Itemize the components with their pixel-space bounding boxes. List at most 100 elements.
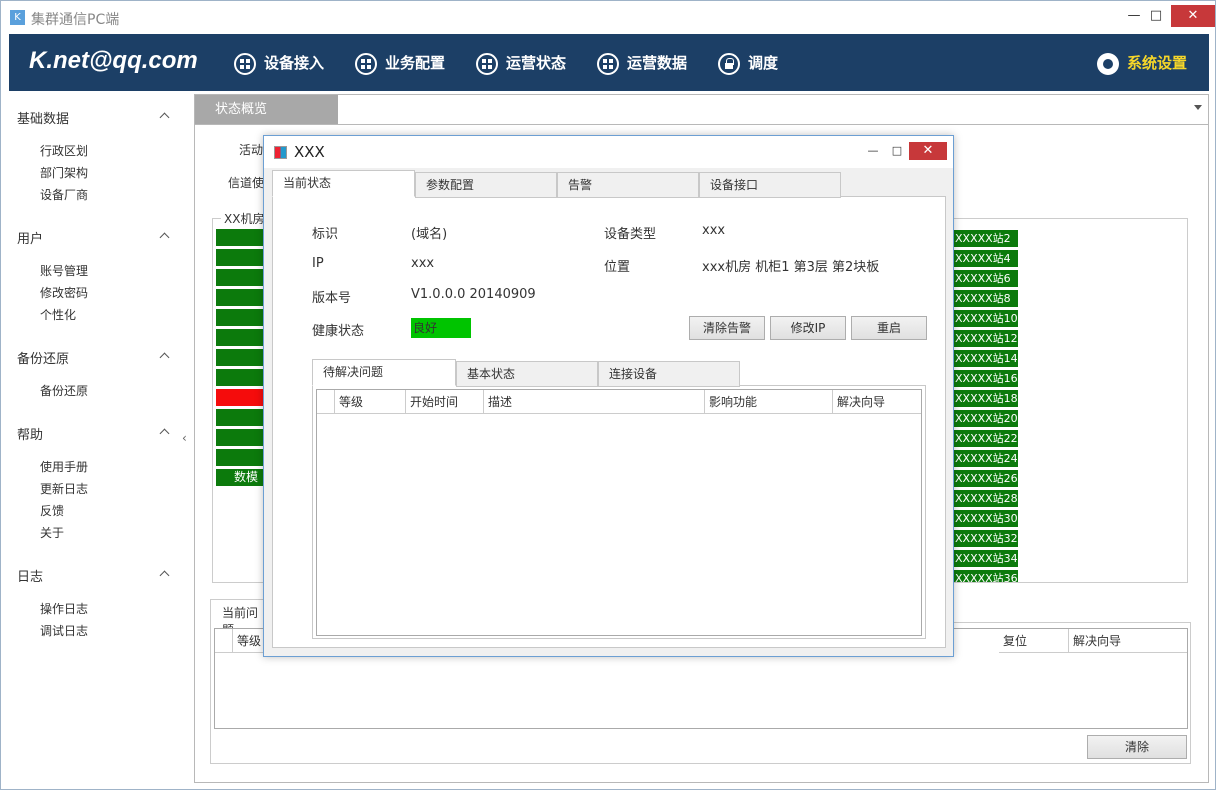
station-item[interactable]: XXXXX站8 xyxy=(953,290,1018,307)
left-status-bar[interactable] xyxy=(216,349,266,366)
tab-pending-issues[interactable]: 待解决问题 xyxy=(312,359,456,386)
station-item[interactable]: XXXXX站24 xyxy=(953,450,1018,467)
station-item[interactable]: XXXXX站16 xyxy=(953,370,1018,387)
station-item[interactable]: XXXXX站22 xyxy=(953,430,1018,447)
left-status-bar[interactable] xyxy=(216,289,266,306)
sidebar-item-feedback[interactable]: 反馈 xyxy=(40,502,64,519)
sidebar-section-user[interactable]: 用户 xyxy=(17,228,43,247)
location-value: xxx机房 机柜1 第3层 第2块板 xyxy=(702,260,880,275)
sidebar-section-backup[interactable]: 备份还原 xyxy=(17,348,69,367)
sidebar-item-personalize[interactable]: 个性化 xyxy=(40,306,76,323)
lock-icon xyxy=(718,52,740,75)
tab-device-interface[interactable]: 设备接口 xyxy=(699,172,841,198)
dialog-maximize-button[interactable]: □ xyxy=(884,142,910,160)
clear-alarm-button[interactable]: 清除告警 xyxy=(689,316,765,340)
sidebar-item-password[interactable]: 修改密码 xyxy=(40,284,88,301)
nav-item-device-access[interactable]: 设备接入 xyxy=(234,51,324,75)
station-item[interactable]: XXXXX站34 xyxy=(953,550,1018,567)
tab-status-overview[interactable]: 状态概览 xyxy=(195,95,338,124)
tab-alarm[interactable]: 告警 xyxy=(557,172,699,198)
left-status-bar[interactable] xyxy=(216,329,266,346)
station-item[interactable]: XXXXX站4 xyxy=(953,250,1018,267)
column-header-start-time[interactable]: 开始时间 xyxy=(406,390,484,414)
station-item[interactable]: XXXXX站18 xyxy=(953,390,1018,407)
restart-button[interactable]: 重启 xyxy=(851,316,927,340)
station-item[interactable]: XXXXX站30 xyxy=(953,510,1018,527)
sidebar-item-department[interactable]: 部门架构 xyxy=(40,164,88,181)
sidebar-section-help[interactable]: 帮助 xyxy=(17,424,43,443)
health-status-badge: 良好 xyxy=(411,318,471,338)
tab-connected-devices[interactable]: 连接设备 xyxy=(598,361,740,387)
nav-item-dispatch[interactable]: 调度 xyxy=(718,51,778,75)
sidebar-item-accounts[interactable]: 账号管理 xyxy=(40,262,88,279)
left-status-bar-labeled[interactable]: 数模 xyxy=(216,469,266,486)
version-label: 版本号 xyxy=(312,291,352,306)
sidebar-item-op-log[interactable]: 操作日志 xyxy=(40,600,88,617)
dialog-close-button[interactable]: ✕ xyxy=(909,142,947,160)
app-window: K 集群通信PC端 — □ ✕ K.net@qq.com 设备接入 业务配置 运… xyxy=(0,0,1216,790)
health-label: 健康状态 xyxy=(312,324,365,339)
nav-item-settings[interactable]: 系统设置 xyxy=(1097,51,1187,75)
chevron-up-icon[interactable] xyxy=(159,426,171,438)
collapse-sidebar-icon[interactable]: ‹ xyxy=(182,431,187,445)
left-status-bar[interactable] xyxy=(216,429,266,446)
sidebar-item-about[interactable]: 关于 xyxy=(40,524,64,541)
edit-ip-button[interactable]: 修改IP xyxy=(770,316,846,340)
left-status-bar[interactable] xyxy=(216,309,266,326)
nav-label: 系统设置 xyxy=(1127,54,1188,72)
station-item[interactable]: XXXXX站2 xyxy=(953,230,1018,247)
clear-button[interactable]: 清除 xyxy=(1087,735,1187,759)
chevron-down-icon[interactable] xyxy=(1194,105,1202,110)
nav-item-operation-data[interactable]: 运营数据 xyxy=(597,51,687,75)
station-item[interactable]: XXXXX站10 xyxy=(953,310,1018,327)
close-button[interactable]: ✕ xyxy=(1171,5,1215,27)
left-status-bar[interactable] xyxy=(216,369,266,386)
sidebar-section-log[interactable]: 日志 xyxy=(17,566,43,585)
chevron-up-icon[interactable] xyxy=(159,350,171,362)
station-item[interactable]: XXXXX站12 xyxy=(953,330,1018,347)
chevron-up-icon[interactable] xyxy=(159,110,171,122)
station-item[interactable]: XXXXX站6 xyxy=(953,270,1018,287)
tab-current-status[interactable]: 当前状态 xyxy=(272,170,415,197)
station-item[interactable]: XXXXX站20 xyxy=(953,410,1018,427)
sidebar-item-debug-log[interactable]: 调试日志 xyxy=(40,622,88,639)
left-status-bar[interactable] xyxy=(216,409,266,426)
station-item[interactable]: XXXXX站32 xyxy=(953,530,1018,547)
column-header-guide[interactable]: 解决向导 xyxy=(833,390,921,414)
column-header-reset[interactable]: 复位 xyxy=(999,629,1069,653)
tab-basic-status[interactable]: 基本状态 xyxy=(456,361,598,387)
nav-item-service-config[interactable]: 业务配置 xyxy=(355,51,445,75)
left-status-bar-alarm[interactable] xyxy=(216,389,266,406)
station-item[interactable]: XXXXX站36 xyxy=(953,570,1018,582)
sidebar-item-changelog[interactable]: 更新日志 xyxy=(40,480,88,497)
column-header-level[interactable]: 等级 xyxy=(335,390,406,414)
maximize-button[interactable]: □ xyxy=(1141,5,1171,27)
sidebar-item-vendor[interactable]: 设备厂商 xyxy=(40,186,88,203)
column-header-impact[interactable]: 影响功能 xyxy=(705,390,833,414)
nav-item-operation-status[interactable]: 运营状态 xyxy=(476,51,566,75)
column-header-description[interactable]: 描述 xyxy=(484,390,705,414)
nav-label: 业务配置 xyxy=(385,54,446,72)
table-row-header xyxy=(215,629,233,653)
device-type-value: xxx xyxy=(702,223,726,238)
tab-param-config[interactable]: 参数配置 xyxy=(415,172,557,198)
sidebar-item-backup-restore[interactable]: 备份还原 xyxy=(40,382,88,399)
dialog-minimize-button[interactable]: — xyxy=(860,142,886,160)
left-status-bar[interactable] xyxy=(216,449,266,466)
ip-value: xxx xyxy=(411,256,435,271)
station-item[interactable]: XXXXX站26 xyxy=(953,470,1018,487)
left-status-bar[interactable] xyxy=(216,229,266,246)
sidebar-item-manual[interactable]: 使用手册 xyxy=(40,458,88,475)
chevron-up-icon[interactable] xyxy=(159,230,171,242)
left-status-bar[interactable] xyxy=(216,269,266,286)
pending-issues-table xyxy=(316,389,922,636)
sidebar-item-admin-division[interactable]: 行政区划 xyxy=(40,142,88,159)
left-status-bar[interactable] xyxy=(216,249,266,266)
chevron-up-icon[interactable] xyxy=(159,568,171,580)
column-header-guide[interactable]: 解决向导 xyxy=(1069,629,1187,653)
id-label: 标识 xyxy=(312,227,339,242)
sidebar-section-basic-data[interactable]: 基础数据 xyxy=(17,108,69,127)
station-item[interactable]: XXXXX站14 xyxy=(953,350,1018,367)
station-item[interactable]: XXXXX站28 xyxy=(953,490,1018,507)
tab-current-issues[interactable]: 当前问题 xyxy=(210,599,270,637)
